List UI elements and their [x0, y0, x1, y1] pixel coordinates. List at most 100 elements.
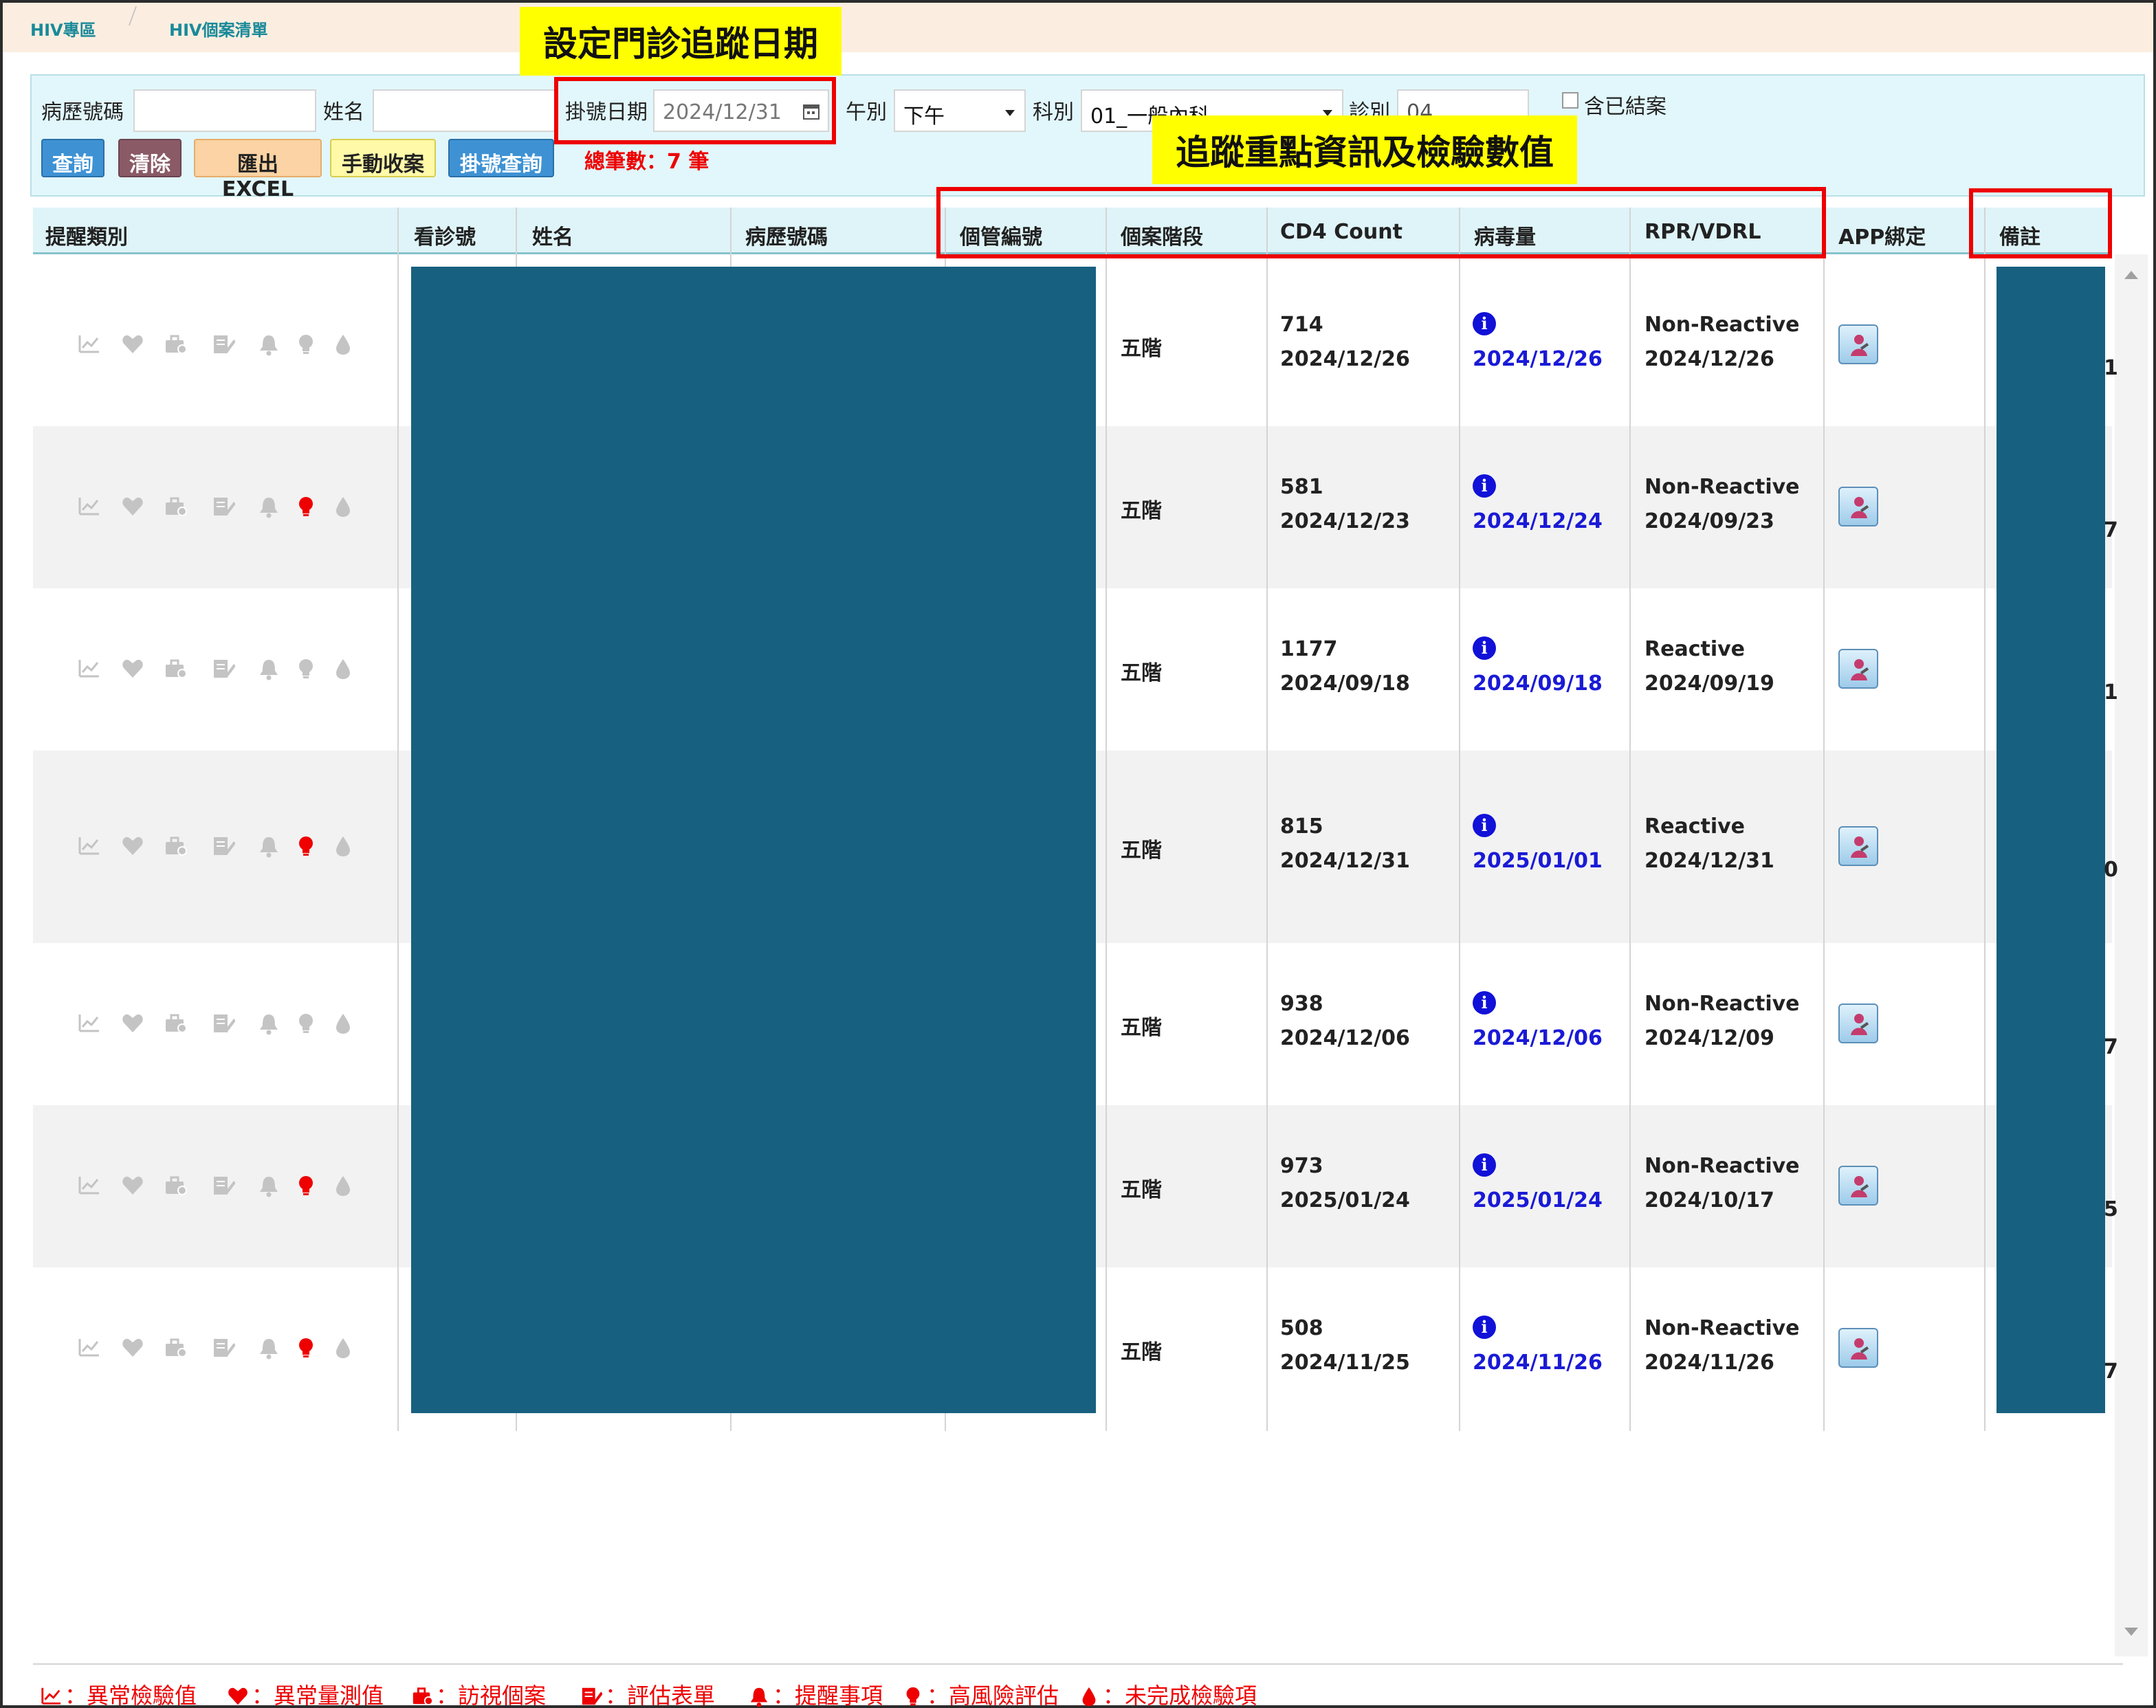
manual-close-button[interactable]: 手動收案	[330, 139, 436, 177]
viral-load-date-link[interactable]: 2025/01/24	[1473, 1184, 1603, 1218]
drop-icon[interactable]	[331, 1012, 355, 1038]
app-binding-icon[interactable]	[1838, 324, 1878, 364]
app-binding-icon[interactable]	[1838, 1166, 1878, 1206]
info-icon[interactable]: i	[1473, 991, 1496, 1014]
name-input[interactable]	[373, 89, 558, 132]
viral-load-date-link[interactable]: 2025/01/01	[1473, 844, 1603, 878]
heart-icon[interactable]	[121, 333, 144, 359]
info-icon[interactable]: i	[1473, 1153, 1496, 1177]
lightbulb-icon[interactable]	[294, 1174, 318, 1200]
bell-icon[interactable]	[257, 1174, 280, 1200]
heart-icon[interactable]	[121, 657, 144, 683]
app-binding-icon[interactable]	[1838, 826, 1878, 866]
info-icon[interactable]: i	[1473, 474, 1496, 498]
bell-icon[interactable]	[257, 1336, 280, 1362]
cd4-value: 938	[1280, 992, 1323, 1016]
column-divider	[1266, 208, 1268, 1431]
viral-load-date-link[interactable]: 2024/12/26	[1473, 342, 1603, 377]
breadcrumb: HIV專區 HIV個案清單	[3, 3, 2153, 52]
query-button[interactable]: 查詢	[41, 139, 104, 177]
th-alert-type: 提醒類別	[45, 225, 128, 249]
column-divider	[1629, 208, 1631, 1431]
clear-button[interactable]: 清除	[118, 139, 182, 177]
briefcase-icon[interactable]	[164, 1012, 187, 1038]
legend-item: ：訪視個案	[411, 1678, 546, 1708]
viral-load-date-link[interactable]: 2024/12/06	[1473, 1021, 1603, 1056]
chart-line-icon[interactable]	[77, 1336, 100, 1362]
form-edit-icon[interactable]	[212, 333, 236, 359]
form-edit-icon[interactable]	[212, 1012, 236, 1038]
remark-overflow-text: 1	[2104, 356, 2118, 380]
chart-line-icon[interactable]	[77, 333, 100, 359]
bell-icon[interactable]	[257, 333, 280, 359]
chart-line-icon[interactable]	[77, 1174, 100, 1200]
export-excel-button[interactable]: 匯出EXCEL	[194, 139, 322, 201]
breadcrumb-home[interactable]: HIV專區	[30, 16, 96, 41]
lightbulb-icon[interactable]	[294, 1336, 318, 1362]
reg-query-button[interactable]: 掛號查詢	[448, 139, 554, 177]
breadcrumb-current[interactable]: HIV個案清單	[169, 16, 268, 41]
briefcase-icon[interactable]	[164, 1174, 187, 1200]
form-edit-icon[interactable]	[212, 834, 236, 861]
bell-icon[interactable]	[257, 834, 280, 861]
cd4-date: 2024/12/26	[1280, 347, 1410, 371]
lightbulb-icon[interactable]	[294, 495, 318, 521]
briefcase-icon[interactable]	[164, 495, 187, 521]
info-icon[interactable]: i	[1473, 1316, 1496, 1339]
session-select[interactable]: 下午	[894, 89, 1026, 132]
legend-item: ：未完成檢驗項	[1078, 1678, 1257, 1708]
heart-icon[interactable]	[121, 495, 144, 521]
vertical-scrollbar[interactable]	[2115, 254, 2148, 1656]
viral-load-date-link[interactable]: 2024/09/18	[1473, 667, 1603, 701]
lightbulb-icon[interactable]	[294, 333, 318, 359]
cd4-value: 508	[1280, 1316, 1323, 1340]
app-binding-icon[interactable]	[1838, 1003, 1878, 1043]
bell-icon[interactable]	[257, 495, 280, 521]
heart-icon[interactable]	[121, 1174, 144, 1200]
heart-icon[interactable]	[121, 1012, 144, 1038]
app-binding-icon[interactable]	[1838, 1328, 1878, 1368]
drop-icon[interactable]	[331, 495, 355, 521]
app-binding-icon[interactable]	[1838, 649, 1878, 689]
info-icon[interactable]: i	[1473, 814, 1496, 837]
briefcase-icon[interactable]	[164, 1336, 187, 1362]
briefcase-icon[interactable]	[164, 657, 187, 683]
legend-label: ：評估表單	[605, 1683, 716, 1708]
chart-line-icon[interactable]	[77, 657, 100, 683]
legend-item: ：高風險評估	[902, 1678, 1059, 1708]
chart-line-icon[interactable]	[77, 495, 100, 521]
bell-icon[interactable]	[257, 1012, 280, 1038]
lightbulb-icon[interactable]	[294, 834, 318, 861]
form-edit-icon[interactable]	[212, 495, 236, 521]
search-panel: 病歷號碼 姓名 掛號日期 2024/12/31 午別 下午 科別 01_一般內科…	[30, 74, 2145, 201]
lightbulb-icon[interactable]	[294, 1012, 318, 1038]
drop-icon[interactable]	[331, 834, 355, 861]
viral-load-date-link[interactable]: 2024/11/26	[1473, 1346, 1603, 1380]
scroll-down-icon[interactable]	[2124, 1628, 2138, 1636]
form-edit-icon[interactable]	[212, 1336, 236, 1362]
drop-icon[interactable]	[331, 657, 355, 683]
app-binding-icon[interactable]	[1838, 487, 1878, 526]
chart-line-icon[interactable]	[77, 1012, 100, 1038]
case-stage: 五階	[1121, 1016, 1162, 1040]
chart-line-icon[interactable]	[77, 834, 100, 861]
info-icon[interactable]: i	[1473, 636, 1496, 660]
drop-icon[interactable]	[331, 1336, 355, 1362]
scroll-up-icon[interactable]	[2124, 271, 2138, 279]
drop-icon[interactable]	[331, 333, 355, 359]
bell-icon[interactable]	[257, 657, 280, 683]
drop-icon[interactable]	[331, 1174, 355, 1200]
briefcase-icon[interactable]	[164, 834, 187, 861]
heart-icon[interactable]	[121, 1336, 144, 1362]
lightbulb-icon[interactable]	[294, 657, 318, 683]
include-closed-checkbox[interactable]	[1562, 92, 1578, 109]
briefcase-icon[interactable]	[164, 333, 187, 359]
form-edit-icon[interactable]	[212, 657, 236, 683]
chart-no-input[interactable]	[133, 89, 316, 132]
date-callout: 設定門診追蹤日期	[520, 7, 842, 76]
viral-load-date-link[interactable]: 2024/12/24	[1473, 504, 1603, 539]
info-icon[interactable]: i	[1473, 312, 1496, 335]
form-edit-icon[interactable]	[212, 1174, 236, 1200]
rpr-result: Non-Reactive	[1644, 1316, 1800, 1340]
heart-icon[interactable]	[121, 834, 144, 861]
